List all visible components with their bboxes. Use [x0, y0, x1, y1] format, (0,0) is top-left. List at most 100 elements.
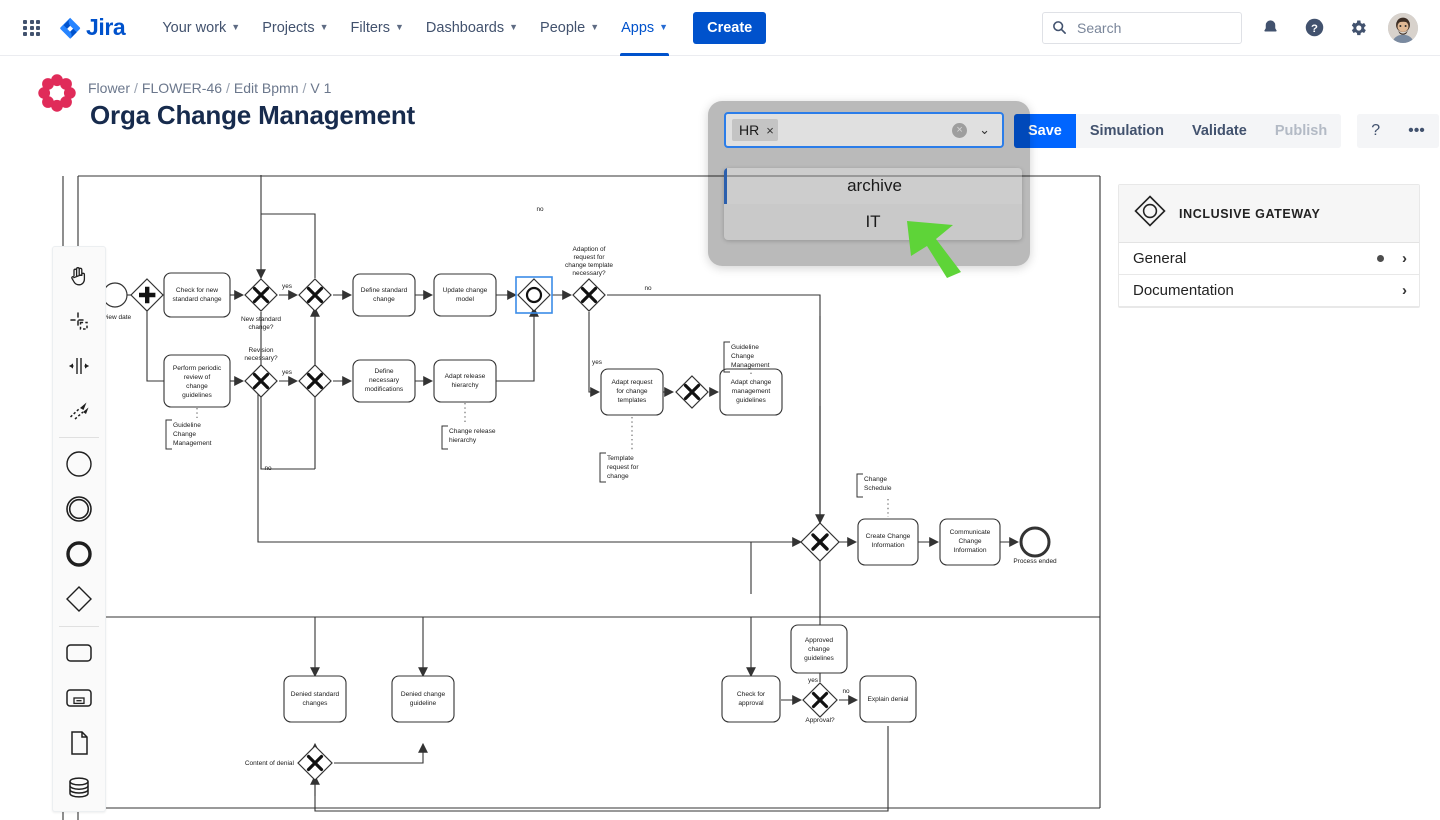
nav-item-projects[interactable]: Projects ▼	[251, 0, 339, 56]
nav-item-your-work[interactable]: Your work ▼	[151, 0, 251, 56]
svg-text:hierarchy: hierarchy	[451, 382, 479, 389]
properties-row-general[interactable]: General ›	[1119, 243, 1419, 275]
svg-text:Explain denial: Explain denial	[867, 696, 909, 703]
svg-text:change: change	[607, 473, 629, 480]
svg-text:modifications: modifications	[365, 386, 404, 393]
breadcrumb-item-issue[interactable]: FLOWER-46	[142, 80, 222, 96]
svg-text:yes: yes	[282, 369, 292, 376]
tag-select-control[interactable]: HR × × ⌄	[724, 112, 1004, 148]
nav-right-group: ?	[1042, 12, 1440, 44]
svg-text:hierarchy: hierarchy	[449, 437, 477, 444]
jira-wordmark: Jira	[86, 14, 125, 41]
svg-text:Check for: Check for	[737, 691, 766, 698]
remove-tag-icon[interactable]: ×	[766, 124, 774, 137]
svg-text:yes: yes	[592, 359, 602, 366]
breadcrumb-item-project[interactable]: Flower	[88, 80, 130, 96]
intermediate-event-icon[interactable]	[56, 487, 102, 532]
breadcrumb-item-version[interactable]: V 1	[310, 80, 331, 96]
status-dot	[1377, 255, 1384, 262]
primary-nav-items: Your work ▼ Projects ▼ Filters ▼ Dashboa…	[151, 0, 766, 56]
nav-item-people[interactable]: People ▼	[529, 0, 610, 56]
publish-button: Publish	[1261, 114, 1341, 148]
task-icon[interactable]	[56, 631, 102, 676]
settings-gear-icon[interactable]	[1342, 12, 1374, 44]
nav-label: Your work	[162, 20, 226, 36]
svg-text:Information: Information	[872, 542, 905, 549]
svg-text:Schedule: Schedule	[864, 485, 892, 492]
svg-text:management: management	[732, 388, 771, 395]
svg-text:approval: approval	[738, 700, 764, 707]
svg-text:Denied change: Denied change	[401, 691, 446, 698]
svg-text:Revision: Revision	[249, 347, 274, 354]
chevron-down-icon: ▼	[395, 23, 404, 32]
svg-text:Define standard: Define standard	[361, 287, 408, 294]
nav-item-filters[interactable]: Filters ▼	[340, 0, 415, 56]
data-object-icon[interactable]	[56, 721, 102, 766]
toolbar-main-group: Save Simulation Validate Publish	[1014, 114, 1341, 148]
more-options-button[interactable]: •••	[1394, 114, 1439, 148]
select-option-it[interactable]: IT	[724, 204, 1022, 240]
svg-text:Content of denial: Content of denial	[245, 760, 295, 767]
hand-tool-icon[interactable]	[56, 253, 102, 298]
breadcrumb-item-edit-bpmn[interactable]: Edit Bpmn	[234, 80, 299, 96]
svg-text:yes: yes	[808, 677, 818, 684]
svg-text:guideline: guideline	[410, 700, 437, 707]
subprocess-icon[interactable]	[56, 676, 102, 721]
svg-text:?: ?	[1311, 23, 1318, 35]
svg-text:guidelines: guidelines	[182, 392, 212, 399]
svg-text:Guideline: Guideline	[731, 344, 759, 351]
svg-text:guidelines: guidelines	[736, 397, 766, 404]
svg-text:change: change	[808, 646, 830, 653]
properties-row-label: Documentation	[1133, 282, 1402, 299]
properties-row-documentation[interactable]: Documentation ›	[1119, 275, 1419, 307]
jira-home-link[interactable]: Jira	[58, 14, 125, 41]
svg-text:Communicate: Communicate	[950, 529, 991, 536]
selected-tag-chip[interactable]: HR ×	[732, 119, 778, 141]
svg-text:Perform periodic: Perform periodic	[173, 365, 222, 372]
selected-tag-label: HR	[739, 122, 759, 138]
inclusive-gateway-icon	[1133, 194, 1167, 233]
select-option-archive[interactable]: archive	[724, 168, 1022, 204]
gateway-icon[interactable]	[56, 577, 102, 622]
help-icon[interactable]: ?	[1298, 12, 1330, 44]
svg-text:review of: review of	[184, 374, 211, 381]
svg-text:Adapt release: Adapt release	[445, 373, 486, 380]
svg-text:Management: Management	[731, 362, 770, 369]
chevron-down-icon: ▼	[590, 23, 599, 32]
end-event-icon[interactable]	[56, 532, 102, 577]
svg-text:model: model	[456, 296, 474, 303]
breadcrumb-separator: /	[226, 80, 230, 96]
svg-text:Denied standard: Denied standard	[291, 691, 340, 698]
help-button[interactable]: ?	[1357, 114, 1394, 148]
svg-text:Process ended: Process ended	[1013, 558, 1057, 565]
user-avatar[interactable]	[1388, 13, 1418, 43]
svg-text:necessary: necessary	[369, 377, 400, 384]
app-switcher-icon[interactable]	[20, 16, 44, 40]
start-event-icon[interactable]	[56, 442, 102, 487]
properties-element-type: INCLUSIVE GATEWAY	[1179, 207, 1320, 221]
lasso-tool-icon[interactable]	[56, 298, 102, 343]
jira-logo-icon	[58, 16, 82, 40]
connect-tool-icon[interactable]	[56, 388, 102, 433]
notifications-icon[interactable]	[1254, 12, 1286, 44]
data-store-icon[interactable]	[56, 766, 102, 811]
chevron-down-icon[interactable]: ⌄	[979, 122, 990, 138]
simulation-button[interactable]: Simulation	[1076, 114, 1178, 148]
nav-label: Filters	[351, 20, 390, 36]
create-button[interactable]: Create	[693, 12, 766, 44]
svg-text:change: change	[373, 296, 395, 303]
nav-item-dashboards[interactable]: Dashboards ▼	[415, 0, 529, 56]
validate-button[interactable]: Validate	[1178, 114, 1261, 148]
svg-text:for change: for change	[616, 388, 647, 395]
space-tool-icon[interactable]	[56, 343, 102, 388]
breadcrumb: Flower / FLOWER-46 / Edit Bpmn / V 1	[88, 80, 331, 96]
svg-text:Guideline: Guideline	[173, 422, 201, 429]
svg-text:Adapt change: Adapt change	[731, 379, 772, 386]
clear-selection-icon[interactable]: ×	[952, 123, 967, 138]
global-search-box[interactable]	[1042, 12, 1242, 44]
svg-text:change template: change template	[565, 262, 613, 269]
search-input[interactable]	[1075, 19, 1215, 37]
svg-text:Create Change: Create Change	[866, 533, 911, 540]
svg-text:request for: request for	[607, 464, 639, 471]
nav-item-apps[interactable]: Apps ▼	[610, 0, 679, 56]
